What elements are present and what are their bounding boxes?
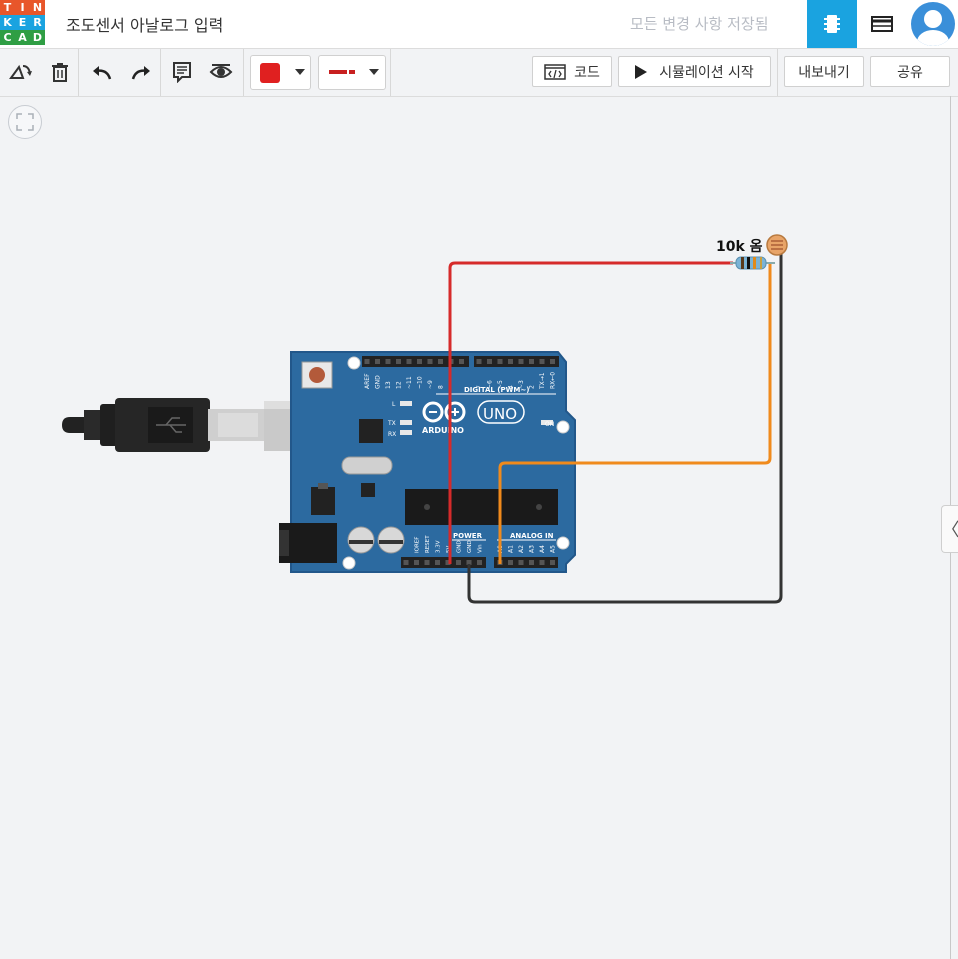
header-pin[interactable] [487,359,492,364]
header-pin[interactable] [414,560,419,565]
header-pin[interactable] [406,359,412,364]
header-pin[interactable] [477,560,482,565]
top-pin-label: ~11 [406,376,413,389]
analog-in-label: ANALOG IN [510,532,554,540]
power-pin-label: GND [467,540,473,553]
top-pin-label: TX→1 [539,372,546,390]
analog-pin-label: A3 [529,545,536,553]
power-pin-label: IOREF [415,537,421,553]
power-label: POWER [453,532,483,540]
header-pin[interactable] [438,359,443,364]
digital-label: DIGITAL (PWM~) [464,386,529,394]
photoresistor[interactable] [766,234,788,256]
arduino-wordmark: ARDUINO [422,426,464,435]
circuit-canvas[interactable]: AREF GND 13 12 ~11 ~10 ~9 8 7 ~6 ~5 4 ~3 2 TX→1 RX←0 DI… [0,0,958,959]
header-pin[interactable] [508,560,513,565]
header-pin[interactable] [539,359,545,364]
header-pin[interactable] [427,359,433,364]
top-pin-label: 13 [385,381,392,389]
header-pin[interactable] [550,359,555,364]
header-pin[interactable] [518,359,524,364]
power-pin-label: RESET [425,535,431,553]
top-pin-label: ~10 [417,376,424,389]
header-pin[interactable] [456,560,461,565]
header-pin[interactable] [497,359,503,364]
power-pin-label: 3.3V [436,540,442,553]
top-pin-label: 12 [396,381,403,389]
top-pin-label: 8 [438,385,445,389]
on-led-label: ON [545,421,554,428]
analog-pin-label: A4 [539,545,546,553]
header-pin[interactable] [539,560,545,565]
rx-led-label: RX [388,431,396,438]
resistor-label: 10k 옴 [716,239,763,255]
header-pin[interactable] [403,560,409,565]
header-pin[interactable] [435,560,440,565]
header-pin[interactable] [508,359,513,364]
header-pin[interactable] [476,359,482,364]
resistor[interactable] [730,256,775,270]
header-pin[interactable] [529,560,534,565]
header-pin[interactable] [375,359,380,364]
analog-pin-label: A2 [518,545,525,553]
analog-pin-label: A5 [550,545,557,553]
analog-pin-label: A1 [508,545,515,553]
header-pin[interactable] [396,359,401,364]
header-pin[interactable] [518,560,524,565]
uno-label: UNO [483,405,517,423]
top-pin-label: AREF [364,373,371,389]
header-pin[interactable] [385,359,391,364]
header-pin[interactable] [550,560,555,565]
top-pin-label: GND [375,375,382,389]
header-pin[interactable] [364,359,370,364]
top-pin-label: 2 [529,385,536,389]
header-pin[interactable] [459,359,464,364]
header-pin[interactable] [424,560,430,565]
tx-led-label: TX [387,420,396,427]
header-pin[interactable] [529,359,534,364]
top-pin-label: RX←0 [550,372,557,389]
power-pin-label: Vin [478,544,484,553]
power-pin-label: GND [457,540,463,553]
top-pin-label: ~9 [427,380,434,389]
header-pin[interactable] [417,359,422,364]
